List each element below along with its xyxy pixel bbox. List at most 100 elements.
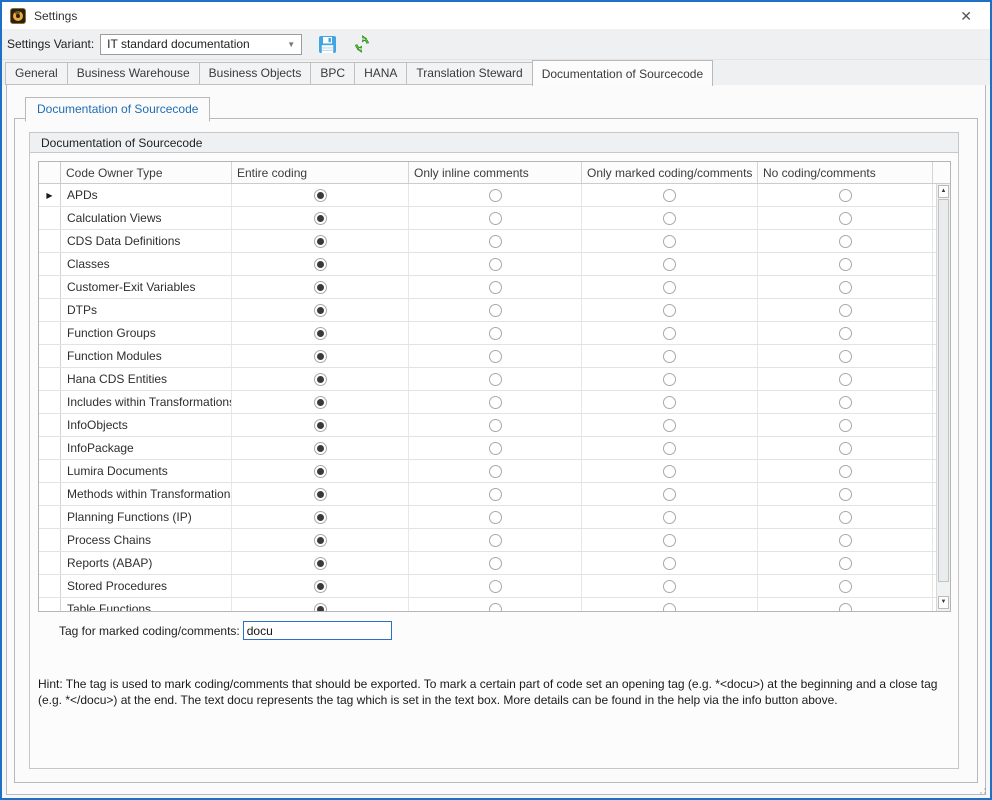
radio-cell[interactable] [232,345,409,367]
tab-general[interactable]: General [5,62,68,85]
radio-cell[interactable] [409,230,582,252]
radio-cell[interactable] [582,483,758,505]
radio-cell[interactable] [409,575,582,597]
tab-hana[interactable]: HANA [354,62,407,85]
radio-cell[interactable] [409,414,582,436]
radio-cell[interactable] [582,184,758,206]
radio-selected-icon[interactable] [314,304,327,317]
radio-unselected-icon[interactable] [663,534,676,547]
radio-unselected-icon[interactable] [839,534,852,547]
header-only-inline-comments[interactable]: Only inline comments [409,162,582,183]
radio-unselected-icon[interactable] [489,350,502,363]
radio-unselected-icon[interactable] [663,396,676,409]
radio-cell[interactable] [409,299,582,321]
radio-cell[interactable] [758,299,933,321]
radio-selected-icon[interactable] [314,396,327,409]
radio-cell[interactable] [758,414,933,436]
radio-cell[interactable] [232,207,409,229]
inner-tab-documentation-of-sourcecode[interactable]: Documentation of Sourcecode [25,97,210,122]
radio-unselected-icon[interactable] [489,212,502,225]
radio-unselected-icon[interactable] [839,235,852,248]
radio-unselected-icon[interactable] [489,511,502,524]
radio-unselected-icon[interactable] [663,419,676,432]
radio-cell[interactable] [232,575,409,597]
radio-cell[interactable] [758,253,933,275]
header-entire-coding[interactable]: Entire coding [232,162,409,183]
radio-unselected-icon[interactable] [839,373,852,386]
radio-unselected-icon[interactable] [663,235,676,248]
radio-cell[interactable] [409,529,582,551]
radio-unselected-icon[interactable] [489,258,502,271]
radio-unselected-icon[interactable] [489,419,502,432]
scroll-up-icon[interactable]: ▲ [938,185,949,198]
radio-unselected-icon[interactable] [839,258,852,271]
radio-cell[interactable] [409,391,582,413]
radio-unselected-icon[interactable] [839,442,852,455]
radio-unselected-icon[interactable] [489,442,502,455]
radio-cell[interactable] [582,391,758,413]
tab-documentation-of-sourcecode[interactable]: Documentation of Sourcecode [532,60,713,86]
radio-selected-icon[interactable] [314,465,327,478]
radio-unselected-icon[interactable] [663,189,676,202]
radio-cell[interactable] [758,345,933,367]
radio-selected-icon[interactable] [314,557,327,570]
tag-input[interactable] [243,621,392,640]
radio-unselected-icon[interactable] [489,580,502,593]
radio-cell[interactable] [409,368,582,390]
radio-cell[interactable] [758,460,933,482]
radio-unselected-icon[interactable] [839,327,852,340]
radio-cell[interactable] [582,322,758,344]
radio-selected-icon[interactable] [314,350,327,363]
radio-selected-icon[interactable] [314,235,327,248]
radio-unselected-icon[interactable] [489,189,502,202]
radio-cell[interactable] [409,598,582,612]
radio-cell[interactable] [758,598,933,612]
radio-unselected-icon[interactable] [839,419,852,432]
radio-unselected-icon[interactable] [489,465,502,478]
resize-grip[interactable] [977,785,987,795]
radio-unselected-icon[interactable] [489,304,502,317]
radio-cell[interactable] [758,391,933,413]
radio-unselected-icon[interactable] [663,557,676,570]
radio-selected-icon[interactable] [314,327,327,340]
scroll-down-icon[interactable]: ▼ [938,596,949,609]
radio-cell[interactable] [409,207,582,229]
tab-bpc[interactable]: BPC [310,62,355,85]
radio-unselected-icon[interactable] [489,327,502,340]
radio-unselected-icon[interactable] [663,465,676,478]
settings-variant-select[interactable]: IT standard documentation ▼ [100,34,302,55]
radio-cell[interactable] [582,230,758,252]
header-only-marked-coding-comments[interactable]: Only marked coding/comments [582,162,758,183]
radio-cell[interactable] [232,368,409,390]
radio-unselected-icon[interactable] [663,580,676,593]
close-icon[interactable]: ✕ [960,9,972,23]
radio-cell[interactable] [582,598,758,612]
radio-cell[interactable] [582,575,758,597]
radio-cell[interactable] [409,345,582,367]
radio-unselected-icon[interactable] [663,281,676,294]
radio-unselected-icon[interactable] [839,511,852,524]
radio-unselected-icon[interactable] [839,557,852,570]
radio-selected-icon[interactable] [314,212,327,225]
radio-cell[interactable] [232,322,409,344]
radio-cell[interactable] [232,391,409,413]
radio-unselected-icon[interactable] [839,281,852,294]
radio-cell[interactable] [758,506,933,528]
radio-unselected-icon[interactable] [489,373,502,386]
radio-selected-icon[interactable] [314,373,327,386]
radio-cell[interactable] [409,184,582,206]
radio-unselected-icon[interactable] [839,304,852,317]
radio-cell[interactable] [409,460,582,482]
radio-selected-icon[interactable] [314,258,327,271]
radio-cell[interactable] [582,460,758,482]
radio-unselected-icon[interactable] [663,327,676,340]
radio-cell[interactable] [232,529,409,551]
radio-cell[interactable] [758,184,933,206]
radio-unselected-icon[interactable] [489,281,502,294]
radio-unselected-icon[interactable] [839,189,852,202]
radio-cell[interactable] [409,552,582,574]
tab-business-warehouse[interactable]: Business Warehouse [67,62,200,85]
radio-cell[interactable] [582,414,758,436]
radio-cell[interactable] [232,276,409,298]
radio-cell[interactable] [582,506,758,528]
